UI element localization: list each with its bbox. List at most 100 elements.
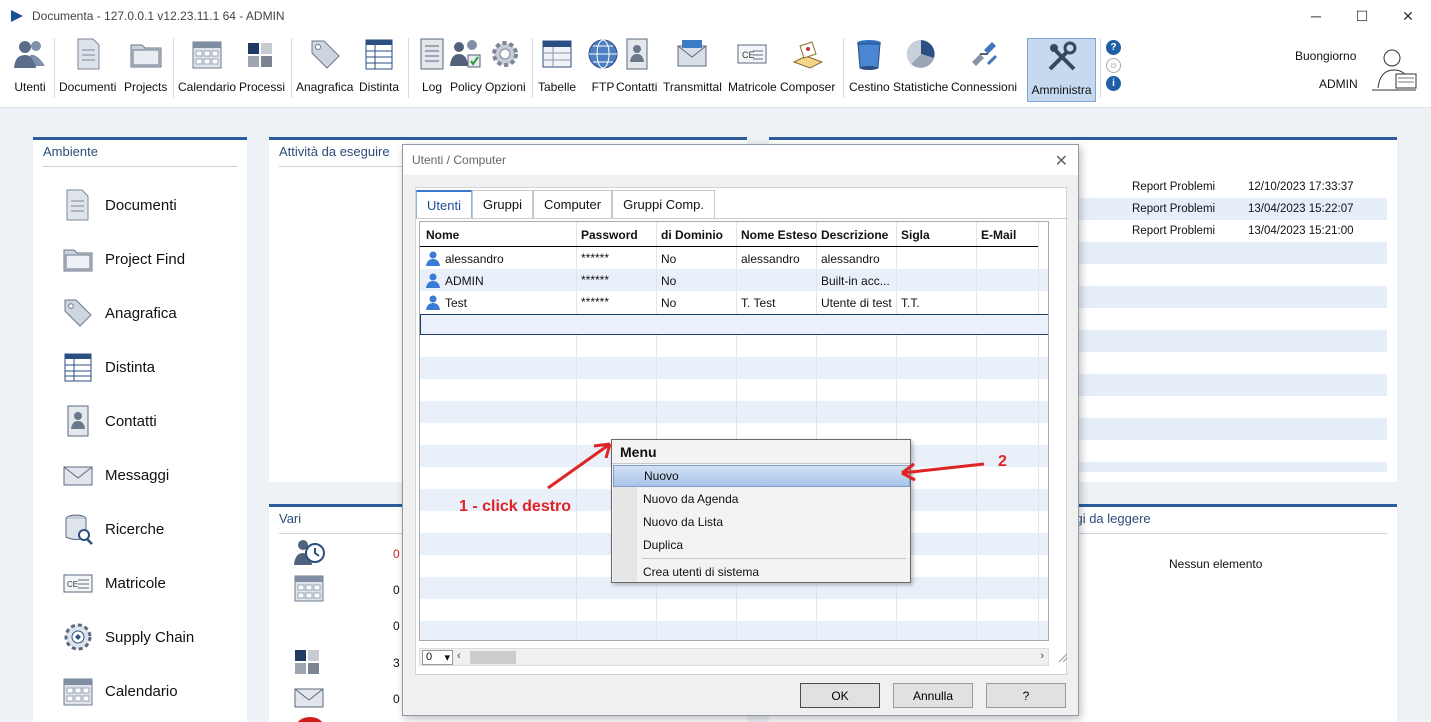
- toolbar-policy[interactable]: Policy: [448, 36, 484, 102]
- column-header-nome[interactable]: Nome: [426, 228, 459, 242]
- cell-nome: Test: [445, 296, 468, 310]
- column-header-nome-esteso[interactable]: Nome Esteso: [741, 228, 817, 242]
- vari-row[interactable]: [293, 537, 325, 567]
- annotation-step-2: 2: [998, 453, 1007, 470]
- toolbar-amministra[interactable]: Amministra: [1027, 38, 1096, 102]
- vari-row[interactable]: [293, 647, 325, 677]
- grid-header: Nome Password di Dominio Nome Esteso Des…: [420, 222, 1038, 247]
- cell-descrizione: Built-in acc...: [821, 274, 890, 288]
- ambiente-item-contatti[interactable]: Contatti: [63, 404, 157, 438]
- title-bar: Documenta - 127.0.0.1 v12.23.11.1 64 - A…: [0, 0, 1431, 32]
- toolbar-anagrafica[interactable]: Anagrafica: [296, 36, 353, 102]
- help-button[interactable]: ?: [986, 683, 1066, 708]
- annotation-arrow-2-icon: [901, 462, 985, 482]
- column-header-email[interactable]: E-Mail: [981, 228, 1016, 242]
- report-type: Report Problemi: [1132, 225, 1216, 237]
- toolbar-processi[interactable]: Processi: [239, 36, 285, 102]
- column-header-dominio[interactable]: di Dominio: [661, 228, 723, 242]
- scroll-left-icon[interactable]: ‹: [457, 650, 461, 662]
- tab-utenti[interactable]: Utenti: [416, 190, 472, 218]
- ambiente-item-project-find[interactable]: Project Find: [63, 242, 185, 276]
- ambiente-item-supply-chain[interactable]: Supply Chain: [63, 620, 194, 654]
- svg-text:CE: CE: [67, 580, 78, 589]
- table-row[interactable]: Test ****** No T. Test Utente di test T.…: [420, 292, 1048, 314]
- user-avatar-icon[interactable]: [1368, 44, 1420, 98]
- ambiente-item-matricole[interactable]: CE Matricole: [63, 566, 166, 600]
- help-icon[interactable]: ?: [1106, 40, 1121, 55]
- toolbar-statistiche[interactable]: Statistiche: [893, 36, 948, 102]
- toolbar-contatti[interactable]: Contatti: [616, 36, 657, 102]
- cell-nome: ADMIN: [445, 274, 484, 288]
- maximize-button[interactable]: ☐: [1339, 0, 1385, 32]
- toolbar-cestino[interactable]: Cestino: [849, 36, 890, 102]
- annulla-button[interactable]: Annulla: [893, 683, 973, 708]
- contact-card-icon: [626, 38, 648, 70]
- report-row[interactable]: Report Problemi 12/10/2023 17:33:37: [1076, 176, 1387, 198]
- calendar-icon: [192, 41, 222, 69]
- document-icon: [66, 189, 89, 221]
- toolbar-tabelle[interactable]: Tabelle: [538, 36, 576, 102]
- toolbar-separator: [1100, 38, 1101, 98]
- toolbar-matricole[interactable]: CE Matricole: [728, 36, 777, 102]
- toolbar-composer[interactable]: Composer: [780, 36, 835, 102]
- toolbar-documenti[interactable]: Documenti: [59, 36, 116, 102]
- toolbar-connessioni[interactable]: Connessioni: [951, 36, 1017, 102]
- tab-computer[interactable]: Computer: [533, 190, 613, 218]
- vari-row[interactable]: [293, 683, 325, 713]
- window-title: Documenta - 127.0.0.1 v12.23.11.1 64 - A…: [32, 9, 285, 23]
- scrollbar-thumb[interactable]: [470, 651, 516, 664]
- policy-users-icon: [450, 40, 481, 68]
- row-stripe: [1076, 418, 1387, 440]
- menu-item-nuovo-da-lista[interactable]: Nuovo da Lista: [613, 511, 910, 533]
- report-type: Report Problemi: [1132, 203, 1216, 215]
- horizontal-scrollbar[interactable]: 0 ▾ ‹ ›: [419, 648, 1049, 666]
- process-blocks-icon: [248, 43, 272, 67]
- table-row[interactable]: ADMIN ****** No Built-in acc...: [420, 270, 1048, 292]
- menu-item-nuovo-da-agenda[interactable]: Nuovo da Agenda: [613, 488, 910, 510]
- log-book-icon: [420, 38, 444, 70]
- scroll-right-icon[interactable]: ›: [1040, 650, 1044, 662]
- toolbar-calendario[interactable]: Calendario: [178, 36, 236, 102]
- ok-button[interactable]: OK: [800, 683, 880, 708]
- dropdown-arrow-icon: ▾: [444, 652, 450, 664]
- column-header-sigla[interactable]: Sigla: [901, 228, 930, 242]
- menu-item-crea-utenti-di-sistema[interactable]: Crea utenti di sistema: [613, 561, 910, 583]
- svg-text:CE: CE: [742, 50, 755, 60]
- dialog-close-icon[interactable]: ✕: [1055, 151, 1068, 171]
- report-row[interactable]: Report Problemi 13/04/2023 15:22:07: [1076, 198, 1387, 220]
- vari-row[interactable]: [293, 573, 325, 603]
- vari-value: 0: [393, 619, 400, 633]
- tip-bulb-icon[interactable]: ☼: [1106, 58, 1121, 73]
- reports-list: Report Problemi 12/10/2023 17:33:37 Repo…: [1076, 176, 1387, 242]
- toolbar-opzioni[interactable]: Opzioni: [485, 36, 526, 102]
- new-row-selection[interactable]: [420, 314, 1048, 335]
- toolbar-projects[interactable]: Projects: [124, 36, 167, 102]
- gear-icon: [492, 41, 519, 67]
- ambiente-item-ricerche[interactable]: Ricerche: [63, 512, 164, 546]
- info-icon[interactable]: i: [1106, 76, 1121, 91]
- column-header-descrizione[interactable]: Descrizione: [821, 228, 888, 242]
- minimize-button[interactable]: ─: [1293, 0, 1339, 32]
- ambiente-item-calendario[interactable]: Calendario: [63, 674, 178, 708]
- toolbar-log[interactable]: Log: [414, 36, 450, 102]
- toolbar-distinta[interactable]: Distinta: [359, 36, 399, 102]
- report-row[interactable]: Report Problemi 13/04/2023 15:21:00: [1076, 220, 1387, 242]
- column-header-password[interactable]: Password: [581, 228, 638, 242]
- resize-grip-icon[interactable]: [1056, 651, 1068, 663]
- ambiente-item-anagrafica[interactable]: Anagrafica: [63, 296, 177, 330]
- menu-item-nuovo[interactable]: Nuovo: [613, 465, 910, 487]
- ambiente-item-documenti[interactable]: Documenti: [63, 188, 177, 222]
- report-date: 13/04/2023 15:21:00: [1248, 225, 1354, 237]
- tab-gruppi[interactable]: Gruppi: [471, 190, 533, 218]
- toolbar-utenti[interactable]: Utenti: [12, 36, 48, 102]
- row-count-value: 0: [426, 651, 433, 663]
- ambiente-item-messaggi[interactable]: Messaggi: [63, 458, 169, 492]
- toolbar-transmittal[interactable]: Transmittal: [663, 36, 722, 102]
- table-icon: [542, 40, 572, 68]
- row-count-select[interactable]: 0 ▾: [422, 650, 453, 665]
- close-button[interactable]: ✕: [1385, 0, 1431, 32]
- tab-gruppi-comp[interactable]: Gruppi Comp.: [612, 190, 715, 218]
- menu-item-duplica[interactable]: Duplica: [613, 534, 910, 556]
- table-row[interactable]: alessandro ****** No alessandro alessand…: [420, 248, 1048, 270]
- ambiente-item-distinta[interactable]: Distinta: [63, 350, 155, 384]
